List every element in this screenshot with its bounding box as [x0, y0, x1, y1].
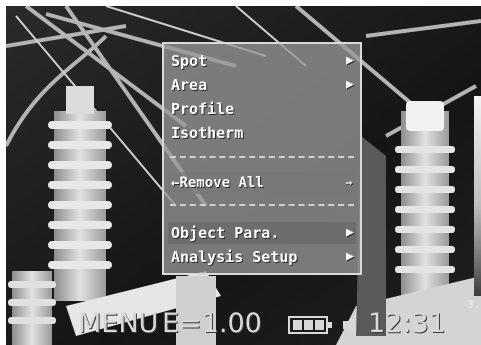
submenu-arrow-icon: ▶ [346, 77, 354, 92]
submenu-arrow-icon: ▶ [346, 225, 354, 240]
context-menu: Spot ▶ Area ▶ Profile Isotherm ←Remove A… [162, 42, 362, 275]
menu-item-label: Remove All [179, 175, 264, 191]
speaker-icon [343, 315, 356, 335]
menu-item-label: Isotherm [171, 124, 244, 142]
menu-item-label: Analysis Setup [171, 248, 298, 266]
menu-item-remove-all[interactable]: ←Remove All → [168, 172, 356, 194]
menu-item-spot[interactable]: Spot ▶ [168, 50, 356, 72]
menu-separator [170, 204, 354, 206]
battery-cell [304, 320, 313, 330]
menu-item-analysis-setup[interactable]: Analysis Setup ▶ [168, 246, 356, 268]
menu-item-area[interactable]: Area ▶ [168, 74, 356, 96]
menu-item-label: Spot [171, 52, 208, 70]
submenu-arrow-icon: ▶ [346, 53, 354, 68]
clock-readout: 12:31 [368, 308, 446, 339]
right-arrow-icon: → [345, 176, 352, 189]
scale-value-label: 3. [467, 298, 481, 311]
battery-icon [288, 316, 332, 334]
menu-item-object-para[interactable]: Object Para. ▶ [168, 222, 356, 244]
menu-separator [170, 156, 354, 158]
menu-status-label: MENU [78, 308, 159, 339]
left-arrow-icon: ← [171, 175, 180, 191]
battery-cell [315, 320, 324, 330]
menu-item-label: Area [171, 76, 208, 94]
menu-item-label: Profile [171, 100, 235, 118]
temperature-scale-bar [474, 96, 481, 296]
submenu-arrow-icon: ▶ [346, 249, 354, 264]
menu-item-profile[interactable]: Profile [168, 98, 356, 120]
battery-cell [293, 320, 302, 330]
menu-item-label: Object Para. [171, 224, 280, 242]
menu-item-isotherm[interactable]: Isotherm [168, 122, 356, 144]
emissivity-readout: E=1.00 [162, 308, 262, 339]
